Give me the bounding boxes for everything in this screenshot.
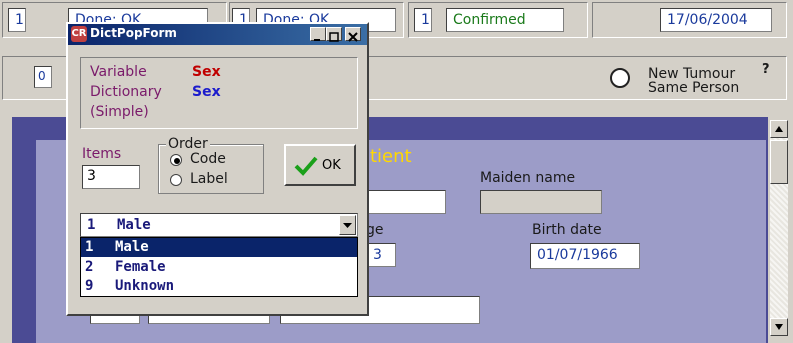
radio-code[interactable] (170, 154, 182, 166)
variable-label: Variable (90, 64, 147, 80)
sex-combobox[interactable]: 1 Male (80, 213, 358, 237)
minimize-button[interactable] (310, 27, 326, 41)
radio-code-dot (174, 158, 180, 164)
option-3-code: 9 (85, 278, 94, 294)
new-tumour-label-2: Same Person (648, 80, 740, 96)
dictionary-value: Sex (192, 84, 221, 100)
option-2-label: Female (115, 259, 166, 275)
order-code-label: Code (190, 151, 226, 167)
close-icon (348, 32, 358, 42)
small-number-field[interactable]: 0 (34, 66, 52, 88)
variable-value: Sex (192, 64, 221, 80)
chevron-down-icon (343, 223, 352, 228)
dropdown-item[interactable]: 2 Female (81, 258, 357, 277)
status-3-text: Confirmed (446, 8, 564, 32)
name-field[interactable] (366, 190, 446, 214)
scroll-down-button[interactable] (770, 318, 788, 336)
help-button[interactable]: ? (762, 62, 770, 77)
combo-dropdown-button[interactable] (339, 215, 356, 235)
ok-button[interactable]: OK (284, 144, 356, 186)
arrow-down-icon (775, 324, 783, 330)
maximize-button[interactable] (326, 27, 342, 42)
option-1-code: 1 (85, 239, 94, 255)
combo-code: 1 (87, 217, 96, 233)
order-label: Order (166, 136, 210, 152)
dropdown-item-selected[interactable]: 1 Male (81, 238, 357, 257)
scroll-thumb[interactable] (770, 140, 788, 184)
minimize-icon (314, 39, 320, 41)
dialog-title: DictPopForm (90, 26, 177, 40)
maiden-name-label: Maiden name (480, 170, 576, 186)
birth-date-label: Birth date (532, 222, 602, 238)
combo-label: Male (117, 217, 151, 233)
status-3-number: 1 (414, 8, 432, 32)
dialog-title-bar[interactable]: CR DictPopForm (68, 24, 367, 45)
status-1-number: 1 (8, 8, 26, 32)
simple-label: (Simple) (90, 104, 149, 120)
items-field[interactable]: 3 (82, 165, 140, 189)
ok-label: OK (322, 158, 341, 173)
app-icon: CR (71, 26, 87, 42)
order-label-label: Label (190, 171, 228, 187)
form-title-fragment: tient (370, 146, 412, 167)
scroll-up-button[interactable] (770, 120, 788, 138)
dropdown-item[interactable]: 9 Unknown (81, 277, 357, 296)
maiden-name-field[interactable] (480, 190, 602, 214)
items-label: Items (82, 146, 122, 162)
checkmark-icon (294, 156, 318, 176)
date-field[interactable]: 17/06/2004 (660, 8, 772, 32)
radio-label[interactable] (170, 174, 182, 186)
radio-new-tumour[interactable] (610, 68, 630, 88)
arrow-up-icon (775, 126, 783, 132)
option-1-label: Male (115, 239, 149, 255)
maximize-icon (329, 32, 339, 42)
dictionary-label: Dictionary (90, 84, 162, 100)
age-field[interactable]: 3 (366, 243, 396, 267)
birth-date-field[interactable]: 01/07/1966 (530, 243, 640, 269)
option-2-code: 2 (85, 259, 94, 275)
option-3-label: Unknown (115, 278, 175, 294)
close-button[interactable] (345, 27, 361, 42)
